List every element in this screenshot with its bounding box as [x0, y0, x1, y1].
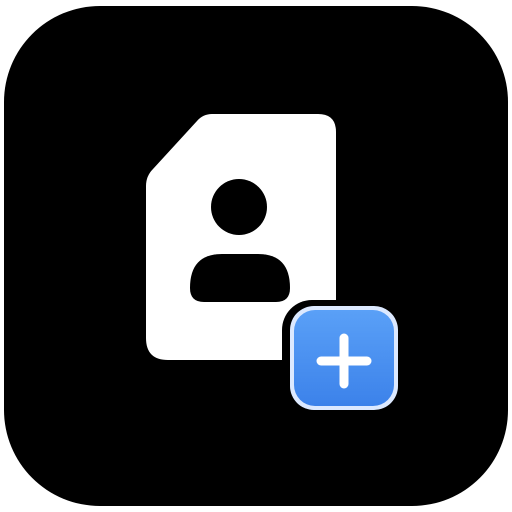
app-icon-graphic — [4, 6, 508, 506]
app-icon[interactable] — [0, 0, 512, 512]
add-badge[interactable] — [282, 300, 404, 418]
